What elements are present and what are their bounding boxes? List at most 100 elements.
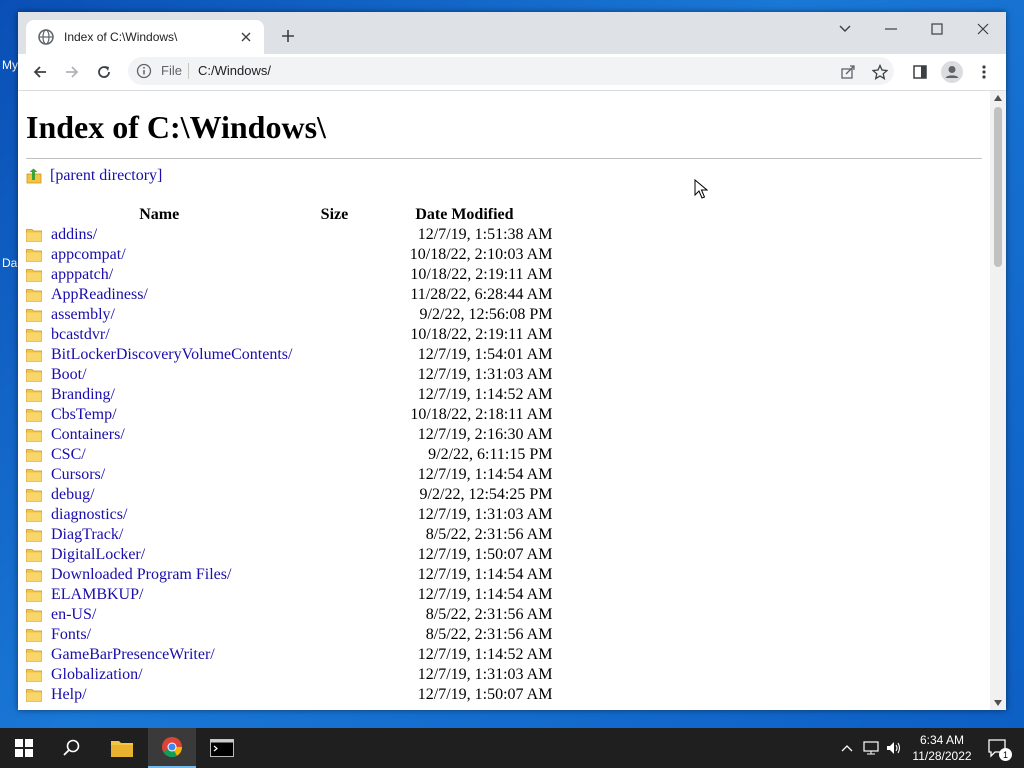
scroll-up-arrow-icon[interactable] [994, 95, 1002, 101]
info-icon[interactable] [136, 63, 152, 79]
vertical-scrollbar[interactable] [990, 91, 1006, 710]
folder-link[interactable]: Globalization/ [51, 666, 143, 684]
address-bar[interactable]: File C:/Windows/ [128, 57, 894, 85]
start-button[interactable] [0, 728, 48, 768]
folder-link[interactable]: Containers/ [51, 426, 125, 444]
folder-link[interactable]: apppatch/ [51, 266, 113, 284]
column-header-size[interactable]: Size [292, 205, 376, 225]
reload-button[interactable] [92, 60, 116, 84]
folder-link[interactable]: Fonts/ [51, 626, 91, 644]
new-tab-button[interactable] [278, 26, 298, 46]
column-header-name[interactable]: Name [26, 205, 292, 225]
close-tab-icon[interactable] [238, 29, 254, 45]
show-hidden-icons-button[interactable] [836, 728, 858, 768]
folder-link[interactable]: addins/ [51, 226, 97, 244]
folder-icon [26, 429, 42, 442]
name-cell: Cursors/ [26, 465, 292, 485]
table-row: en-US/8/5/22, 2:31:56 AM [26, 605, 552, 625]
folder-link[interactable]: CbsTemp/ [51, 406, 117, 424]
share-icon[interactable] [836, 60, 860, 84]
terminal-taskbar-button[interactable] [198, 728, 246, 768]
folder-link[interactable]: debug/ [51, 486, 95, 504]
folder-link[interactable]: Downloaded Program Files/ [51, 566, 231, 584]
desktop-icon-label[interactable]: My [2, 58, 18, 72]
browser-tab[interactable]: Index of C:\Windows\ [26, 20, 264, 54]
name-cell: appcompat/ [26, 245, 292, 265]
name-cell: DigitalLocker/ [26, 545, 292, 565]
folder-link[interactable]: bcastdvr/ [51, 326, 110, 344]
folder-icon [26, 549, 42, 562]
table-row: ELAMBKUP/12/7/19, 1:14:54 AM [26, 585, 552, 605]
folder-link[interactable]: assembly/ [51, 306, 115, 324]
folder-icon [26, 369, 42, 382]
folder-link[interactable]: appcompat/ [51, 246, 126, 264]
folder-link[interactable]: diagnostics/ [51, 506, 127, 524]
size-cell [292, 325, 376, 345]
name-cell: diagnostics/ [26, 505, 292, 525]
folder-link[interactable]: DiagTrack/ [51, 526, 123, 544]
scroll-down-arrow-icon[interactable] [994, 700, 1002, 706]
date-cell: 12/7/19, 1:14:54 AM [417, 586, 553, 603]
table-row: Boot/12/7/19, 1:31:03 AM [26, 365, 552, 385]
folder-icon [26, 629, 42, 642]
folder-icon [26, 609, 42, 622]
folder-icon [26, 529, 42, 542]
date-cell: 12/7/19, 1:31:03 AM [417, 366, 553, 383]
folder-link[interactable]: ELAMBKUP/ [51, 586, 143, 604]
minimize-button[interactable] [868, 16, 914, 42]
folder-icon [26, 689, 42, 702]
scheme-label: File [161, 63, 182, 78]
size-cell [292, 485, 376, 505]
folder-link[interactable]: Boot/ [51, 366, 87, 384]
folder-link[interactable]: BitLockerDiscoveryVolumeContents/ [51, 346, 292, 364]
network-icon[interactable] [860, 728, 882, 768]
date-cell: 8/5/22, 2:31:56 AM [425, 526, 553, 543]
size-cell [292, 665, 376, 685]
column-header-date[interactable]: Date Modified [376, 205, 552, 225]
notification-count-badge: 1 [999, 748, 1012, 761]
menu-kebab-icon[interactable] [972, 60, 996, 84]
search-button[interactable] [48, 728, 96, 768]
maximize-button[interactable] [914, 16, 960, 42]
page-title: Index of C:\Windows\ [26, 109, 326, 145]
tab-search-icon[interactable] [822, 16, 868, 42]
size-cell [292, 625, 376, 645]
profile-avatar-icon[interactable] [940, 60, 964, 84]
bookmark-star-icon[interactable] [868, 60, 892, 84]
date-cell: 11/28/22, 6:28:44 AM [410, 286, 553, 303]
folder-icon [26, 249, 42, 262]
close-window-button[interactable] [960, 16, 1006, 42]
size-cell [292, 445, 376, 465]
name-cell: CSC/ [26, 445, 292, 465]
notification-center-button[interactable]: 1 [980, 728, 1016, 768]
url-text[interactable]: C:/Windows/ [198, 63, 271, 78]
table-row: appcompat/10/18/22, 2:10:03 AM [26, 245, 552, 265]
size-cell [292, 305, 376, 325]
folder-link[interactable]: CSC/ [51, 446, 86, 464]
volume-icon[interactable] [883, 728, 905, 768]
folder-link[interactable]: en-US/ [51, 606, 96, 624]
taskbar: 6:34 AM 11/28/2022 1 [0, 728, 1024, 768]
browser-window: Index of C:\Windows\ File C:/Windows/ In… [18, 12, 1006, 710]
date-cell: 12/7/19, 1:51:38 AM [417, 226, 553, 243]
folder-link[interactable]: Help/ [51, 686, 87, 704]
folder-icon [26, 289, 42, 302]
parent-directory-link[interactable]: [parent directory] [50, 167, 162, 185]
name-cell: Help/ [26, 685, 292, 705]
forward-button[interactable] [60, 60, 84, 84]
desktop-icon-label[interactable]: Da [2, 256, 17, 270]
folder-link[interactable]: Cursors/ [51, 466, 105, 484]
folder-link[interactable]: AppReadiness/ [51, 286, 148, 304]
chrome-taskbar-button[interactable] [148, 728, 196, 768]
globe-icon [38, 29, 54, 45]
file-explorer-taskbar-button[interactable] [98, 728, 146, 768]
folder-link[interactable]: GameBarPresenceWriter/ [51, 646, 215, 664]
clock[interactable]: 6:34 AM 11/28/2022 [904, 728, 980, 768]
back-button[interactable] [28, 60, 52, 84]
folder-link[interactable]: Branding/ [51, 386, 115, 404]
side-panel-icon[interactable] [908, 60, 932, 84]
table-header: Name Size Date Modified [26, 205, 552, 225]
folder-link[interactable]: DigitalLocker/ [51, 546, 145, 564]
folder-icon [111, 741, 133, 757]
scrollbar-thumb[interactable] [994, 107, 1002, 267]
